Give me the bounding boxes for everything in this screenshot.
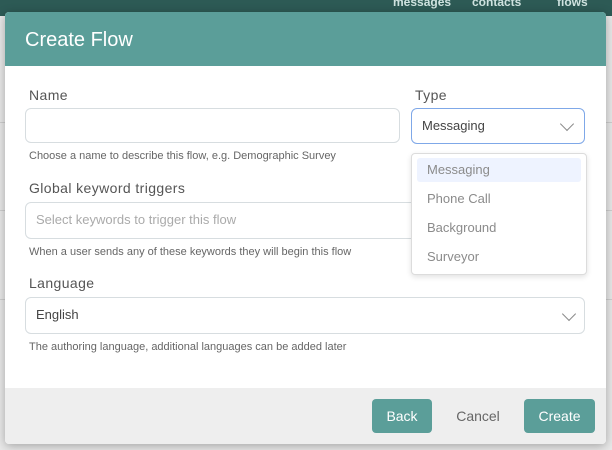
type-option-phone-call[interactable]: Phone Call	[417, 187, 581, 211]
chevron-down-icon	[561, 306, 577, 322]
create-button[interactable]: Create	[524, 399, 595, 433]
type-option-background[interactable]: Background	[417, 216, 581, 240]
type-select[interactable]: Messaging	[411, 108, 585, 144]
dialog-footer: Back Cancel Create	[5, 388, 606, 444]
chevron-down-icon	[559, 116, 575, 132]
keywords-placeholder: Select keywords to trigger this flow	[36, 212, 237, 227]
language-label: Language	[29, 275, 95, 291]
type-select-value: Messaging	[422, 118, 485, 133]
dialog-header: Create Flow	[5, 12, 606, 66]
type-dropdown-menu: Messaging Phone Call Background Surveyor	[411, 153, 587, 275]
nav-messages[interactable]: messages	[393, 0, 451, 11]
keywords-label: Global keyword triggers	[29, 180, 186, 196]
name-input[interactable]	[25, 108, 400, 143]
name-label: Name	[29, 87, 68, 103]
cancel-button[interactable]: Cancel	[448, 399, 508, 433]
type-label: Type	[415, 87, 447, 103]
nav-contacts[interactable]: contacts	[472, 0, 521, 11]
name-help-text: Choose a name to describe this flow, e.g…	[29, 150, 336, 162]
language-select-value: English	[36, 307, 79, 322]
nav-flows[interactable]: flows	[557, 0, 588, 11]
keywords-input[interactable]: Select keywords to trigger this flow	[25, 202, 425, 239]
language-select[interactable]: English	[25, 297, 585, 334]
back-button[interactable]: Back	[372, 399, 432, 433]
keywords-help-text: When a user sends any of these keywords …	[29, 246, 352, 258]
type-option-messaging[interactable]: Messaging	[417, 158, 581, 182]
type-option-surveyor[interactable]: Surveyor	[417, 245, 581, 269]
create-flow-dialog: Create Flow Name Choose a name to descri…	[5, 12, 606, 444]
language-help-text: The authoring language, additional langu…	[29, 341, 347, 353]
dialog-title: Create Flow	[25, 29, 133, 51]
